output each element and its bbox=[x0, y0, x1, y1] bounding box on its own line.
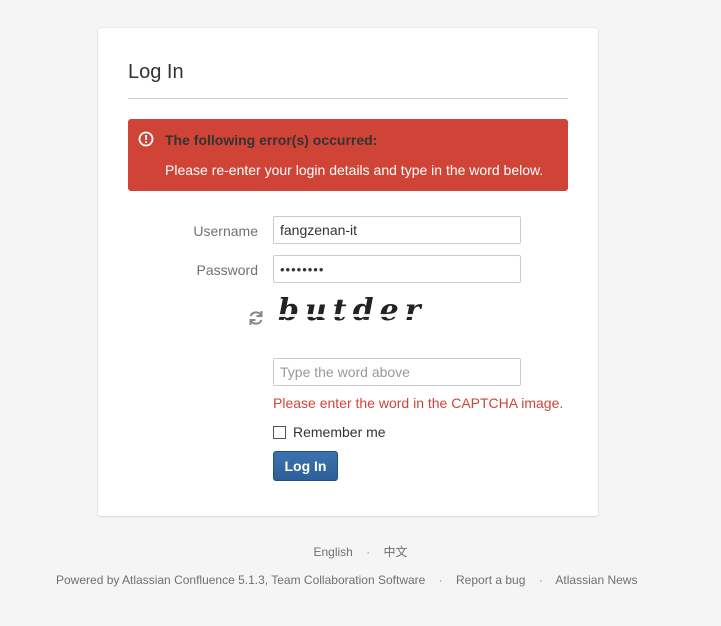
login-button[interactable]: Log In bbox=[273, 451, 338, 481]
remember-me-row[interactable]: Remember me bbox=[273, 424, 386, 440]
captcha-word: butder bbox=[278, 293, 427, 328]
error-message: Please re-enter your login details and t… bbox=[165, 162, 544, 178]
powered-by-link[interactable]: Powered by Atlassian Confluence 5.1.3, T… bbox=[56, 573, 425, 587]
footer-links: Powered by Atlassian Confluence 5.1.3, T… bbox=[56, 573, 637, 587]
username-label: Username bbox=[193, 223, 258, 239]
captcha-image: butder bbox=[278, 293, 448, 328]
remember-me-checkbox[interactable] bbox=[273, 425, 286, 439]
separator: · bbox=[438, 573, 443, 587]
language-link-english[interactable]: English bbox=[313, 545, 352, 559]
language-links: English · 中文 bbox=[0, 543, 721, 560]
username-input[interactable]: fangzenan-it bbox=[273, 216, 521, 244]
remember-me-label[interactable]: Remember me bbox=[293, 424, 386, 440]
login-card: Log In The following error(s) occurred: … bbox=[98, 28, 598, 516]
password-value: •••••••• bbox=[280, 262, 325, 277]
atlassian-news-link[interactable]: Atlassian News bbox=[555, 573, 637, 587]
error-banner: The following error(s) occurred: Please … bbox=[128, 119, 568, 191]
password-label: Password bbox=[196, 262, 258, 278]
report-bug-link[interactable]: Report a bug bbox=[456, 573, 525, 587]
title-divider bbox=[128, 98, 568, 99]
refresh-icon[interactable] bbox=[246, 308, 266, 328]
separator: · bbox=[538, 573, 543, 587]
captcha-error-message: Please enter the word in the CAPTCHA ima… bbox=[273, 395, 564, 411]
username-value: fangzenan-it bbox=[280, 222, 358, 238]
password-input[interactable]: •••••••• bbox=[273, 255, 521, 283]
page-title: Log In bbox=[128, 61, 184, 83]
error-heading: The following error(s) occurred: bbox=[165, 132, 378, 148]
captcha-input[interactable] bbox=[273, 358, 521, 386]
language-link-chinese[interactable]: 中文 bbox=[384, 543, 408, 560]
exclamation-circle-icon bbox=[138, 131, 154, 147]
separator: · bbox=[366, 545, 371, 559]
